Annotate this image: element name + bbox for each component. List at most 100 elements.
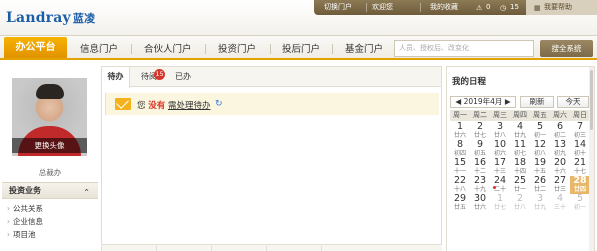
calendar-day[interactable]: 24 二十 [490,176,510,194]
chevron-up-icon[interactable]: ⌃ [83,185,90,201]
sidebar-item-company-info[interactable]: 企业信息 [7,215,43,228]
refresh-icon[interactable]: ↻ [215,99,223,109]
lunar-date: 廿七 [473,132,486,139]
alert-icon: ⚠ [476,4,483,12]
calendar-day[interactable]: 30 廿六 [470,194,490,212]
book-icon: ▦ [534,4,541,12]
sidebar-item-project-pool[interactable]: 项目池 [7,228,43,241]
calendar-day[interactable]: 27 廿三 [550,176,570,194]
day-number: 22 [453,175,467,186]
lunar-date: 初十 [573,150,586,157]
weekday-label: 周四 [510,110,530,121]
day-number: 28 [573,175,587,186]
day-number: 9 [476,139,484,150]
calendar-day[interactable]: 18 十四 [510,158,530,176]
calendar-day[interactable]: 3 廿九 [530,194,550,212]
calendar-day[interactable]: 12 初八 [530,140,550,158]
calendar-day[interactable]: 5 初一 [530,122,550,140]
calendar-day[interactable]: 2 廿七 [470,122,490,140]
logo: Landray 蓝凌 [6,10,95,26]
nav-info-portal[interactable]: 信息门户 [80,41,118,55]
calendar-week: 22 十八 23 十九 24 二十 25 廿一 26 廿二 27 廿三 28 廿四 [450,176,593,194]
calendar-day[interactable]: 5 初一 [570,194,590,212]
calendar-day[interactable]: 7 初三 [570,122,590,140]
left-sidebar: 更换头像 总裁办 投资业务 ⌃ 公共关系 企业信息 项目池 [2,66,98,251]
calendar-day[interactable]: 4 廿九 [510,122,530,140]
lunar-date: 初三 [573,132,586,139]
day-number: 20 [553,157,567,168]
bottom-tabs [101,244,442,251]
next-month-icon[interactable]: ▶ [505,97,511,106]
calendar-day[interactable]: 25 廿一 [510,176,530,194]
day-number: 30 [473,193,487,204]
calendar-day[interactable]: 26 廿二 [530,176,550,194]
calendar-day[interactable]: 8 初四 [450,140,470,158]
lunar-date: 十一 [453,168,466,175]
calendar-day[interactable]: 10 初六 [490,140,510,158]
prev-month-icon[interactable]: ◀ [455,97,461,106]
help-button[interactable]: ▦ 我要帮助 [526,0,597,15]
month-selector[interactable]: ◀ 2019年4月 ▶ [450,96,516,108]
day-number: 3 [496,121,504,132]
my-favorites-link[interactable]: 我的收藏 [430,2,458,12]
tab-todo[interactable]: 待办 [102,67,130,88]
day-number: 5 [536,121,544,132]
weekday-label: 周六 [550,110,570,121]
calendar-refresh-button[interactable]: 刷新 [520,96,554,108]
section-header-investment[interactable]: 投资业务 ⌃ [2,182,98,199]
calendar-day[interactable]: 2 廿八 [510,194,530,212]
pending-todo-link[interactable]: 需处理待办 [168,101,211,111]
calendar-day[interactable]: 23 十九 [470,176,490,194]
calendar-today-button[interactable]: 今天 [557,96,589,108]
calendar-week: 29 廿五 30 廿六 1 廿七 2 廿八 3 廿九 4 三十 5 初一 [450,194,593,212]
calendar-day[interactable]: 20 十六 [550,158,570,176]
nav-fund-portal[interactable]: 基金门户 [345,41,383,55]
weekday-label: 周日 [570,110,590,121]
calendar-day[interactable]: 4 三十 [550,194,570,212]
nav-post-investment-portal[interactable]: 投后门户 [282,41,320,55]
lunar-date: 初七 [513,150,526,157]
switch-portal-link[interactable]: 切换门户 [324,2,352,12]
calendar-day[interactable]: 19 十五 [530,158,550,176]
lunar-date: 十八 [453,186,466,193]
lunar-date: 初一 [533,132,546,139]
event-marker [493,186,496,189]
calendar-day[interactable]: 22 十八 [450,176,470,194]
calendar-day[interactable]: 17 十三 [490,158,510,176]
lunar-date: 初六 [493,150,506,157]
day-number: 4 [556,193,564,204]
lunar-date: 初八 [533,150,546,157]
calendar-day[interactable]: 29 廿五 [450,194,470,212]
nav-investment-portal[interactable]: 投资门户 [218,41,256,55]
lunar-date: 廿五 [453,204,466,211]
search-all-button[interactable]: 搜全系统 [540,40,593,57]
calendar-day[interactable]: 21 十七 [570,158,590,176]
calendar-day[interactable]: 1 廿七 [490,194,510,212]
lunar-date: 十三 [493,168,506,175]
calendar-day[interactable]: 14 初十 [570,140,590,158]
change-avatar-button[interactable]: 更换头像 [12,138,87,153]
calendar-title: 我的日程 [452,77,487,87]
calendar-day[interactable]: 15 十一 [450,158,470,176]
calendar-day[interactable]: 1 廿六 [450,122,470,140]
nav-partner-portal[interactable]: 合伙人门户 [144,41,192,55]
calendar-day[interactable]: 11 初七 [510,140,530,158]
calendar-day[interactable]: 16 十二 [470,158,490,176]
messages-count[interactable]: ⚠ 0 [476,2,490,12]
calendar-scrollbar[interactable] [589,67,594,251]
lunar-date: 初五 [473,150,486,157]
todo-count[interactable]: ◷ 15 [500,2,519,12]
lunar-date: 廿一 [513,186,526,193]
calendar-day[interactable]: 13 初九 [550,140,570,158]
lunar-date: 廿九 [513,132,526,139]
calendar-day[interactable]: 6 初二 [550,122,570,140]
calendar-day[interactable]: 3 廿八 [490,122,510,140]
sidebar-item-public-relations[interactable]: 公共关系 [7,202,43,215]
tab-done[interactable]: 已办 [170,67,196,87]
calendar-day[interactable]: 9 初五 [470,140,490,158]
search-input[interactable]: 人员、授权后、改变化 [394,40,534,57]
nav-office-platform[interactable]: 办公平台 [4,37,67,58]
calendar-day[interactable]: 28 廿四 [570,176,590,194]
weekday-label: 周一 [450,110,470,121]
lunar-date: 廿三 [553,186,566,193]
